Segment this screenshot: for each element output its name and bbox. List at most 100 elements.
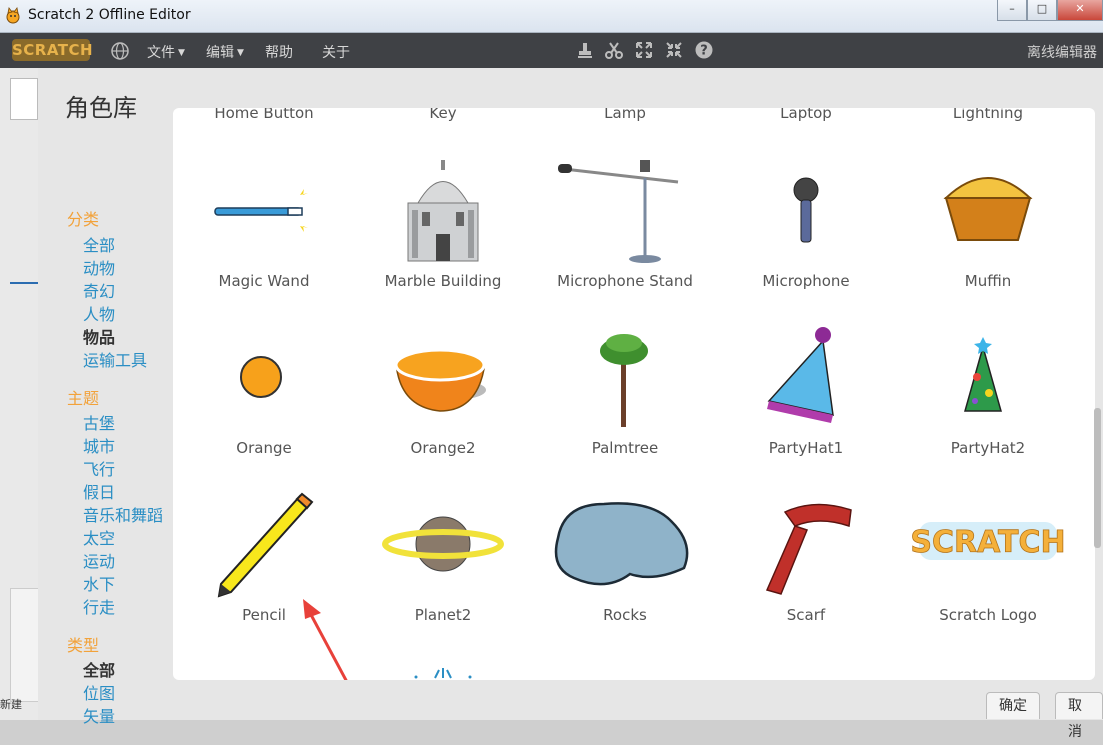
ok-button[interactable]: 确定: [986, 692, 1040, 719]
grow-icon[interactable]: [634, 40, 654, 60]
sprite-rocks[interactable]: Rocks: [534, 482, 716, 644]
theme-holiday[interactable]: 假日: [83, 479, 115, 503]
dialog-title: 角色库: [65, 94, 137, 122]
sprite-muffin[interactable]: Muffin: [897, 148, 1079, 310]
close-button[interactable]: ✕: [1057, 0, 1103, 21]
scratch-logo-icon: SCRATCH: [910, 522, 1066, 560]
section-heading-type: 类型: [67, 636, 100, 655]
sprite-name: Muffin: [964, 272, 1012, 290]
sprite-partyhat1[interactable]: PartyHat1: [715, 315, 897, 477]
sprite-name: Magic Wand: [218, 272, 310, 290]
window-titlebar: Scratch 2 Offline Editor – □ ✕: [0, 0, 1103, 33]
divider: [10, 282, 40, 284]
sprite-microphone[interactable]: Microphone: [715, 148, 897, 310]
section-heading-category: 分类: [67, 210, 100, 229]
menubar: SCRATCH 文件 编辑 帮助 关于 ? 离线编辑器: [0, 33, 1103, 68]
sprite-orange[interactable]: Orange: [173, 315, 355, 477]
sprite-label-partial[interactable]: Lightning: [897, 108, 1079, 122]
theme-underwater[interactable]: 水下: [83, 571, 115, 595]
sprite-label-partial[interactable]: Home Button: [173, 108, 355, 122]
theme-sports[interactable]: 运动: [83, 548, 115, 572]
scissors-icon[interactable]: [604, 40, 624, 60]
scratch-brand-logo[interactable]: SCRATCH: [12, 39, 93, 61]
sprite-name: PartyHat1: [768, 439, 844, 457]
sprite-name: Orange: [236, 439, 292, 457]
svg-text:?: ?: [700, 44, 708, 59]
theme-space[interactable]: 太空: [83, 525, 115, 549]
sprite-name: Rocks: [603, 606, 647, 624]
stage-thumbnail: [10, 78, 38, 120]
sprite-name: Scarf: [786, 606, 826, 624]
party-hat-1-icon: [767, 327, 834, 423]
sprite-microphone-stand[interactable]: Microphone Stand: [534, 148, 716, 310]
palmtree-icon: [600, 334, 648, 427]
sprite-planet2[interactable]: Planet2: [352, 482, 534, 644]
filter-all[interactable]: 全部: [83, 232, 115, 256]
type-vector[interactable]: 矢量: [83, 703, 115, 727]
orange-half-icon: [394, 348, 486, 412]
offline-editor-label: 离线编辑器: [1027, 45, 1097, 61]
sprite-name: Microphone Stand: [557, 272, 693, 290]
type-bitmap[interactable]: 位图: [83, 680, 115, 704]
theme-walking[interactable]: 行走: [83, 594, 115, 618]
sprite-orange2[interactable]: Orange2: [352, 315, 534, 477]
scratch-cat-icon: [6, 7, 20, 24]
theme-flying[interactable]: 飞行: [83, 456, 115, 480]
theme-castle[interactable]: 古堡: [83, 410, 115, 434]
menu-about[interactable]: 关于: [322, 42, 350, 62]
sprite-label-partial[interactable]: Lamp: [534, 108, 716, 122]
shrink-icon[interactable]: [664, 40, 684, 60]
filter-transport[interactable]: 运输工具: [83, 347, 147, 371]
filter-fantasy[interactable]: 奇幻: [83, 278, 115, 302]
sprite-palmtree[interactable]: Palmtree: [534, 315, 716, 477]
menu-edit[interactable]: 编辑: [206, 42, 244, 62]
annotation-arrow: [303, 599, 348, 680]
sprite-magic-wand[interactable]: Magic Wand: [173, 148, 355, 310]
sprite-library-dialog: 角色库 分类 全部 动物 奇幻 人物 物品 运输工具 主题 古堡 城市 飞行 假…: [38, 68, 1103, 740]
rocks-icon: [554, 502, 689, 586]
scrollbar-thumb[interactable]: [1094, 408, 1101, 548]
magic-wand-icon: [214, 189, 308, 232]
globe-icon[interactable]: [110, 41, 130, 61]
window-title: Scratch 2 Offline Editor: [28, 7, 191, 23]
menu-file[interactable]: 文件: [147, 42, 185, 62]
menu-help[interactable]: 帮助: [265, 42, 293, 62]
type-all[interactable]: 全部: [83, 657, 115, 681]
theme-city[interactable]: 城市: [83, 433, 115, 457]
sprite-name: PartyHat2: [950, 439, 1026, 457]
sprite-grid: Home Button Key Lamp Laptop Lightning Ma…: [173, 108, 1095, 680]
new-sprite-label: 新建: [0, 698, 22, 711]
editor-background: 新建: [0, 68, 42, 720]
microphone-stand-icon: [558, 160, 679, 263]
scarf-icon: [765, 503, 852, 595]
stamp-icon[interactable]: [575, 40, 595, 60]
filter-people[interactable]: 人物: [83, 301, 115, 325]
pencil-icon: [217, 492, 314, 598]
planet-icon: [382, 516, 504, 572]
sprite-label-partial[interactable]: Laptop: [715, 108, 897, 122]
maximize-button[interactable]: □: [1027, 0, 1057, 21]
sprite-marble-building[interactable]: Marble Building: [352, 148, 534, 310]
sprite-label-partial[interactable]: Key: [352, 108, 534, 122]
logo-text: SCRATCH: [910, 525, 1065, 560]
party-hat-2-icon: [964, 337, 1002, 412]
sprite-partyhat2[interactable]: PartyHat2: [897, 315, 1079, 477]
loading-spinner-icon: [414, 668, 472, 679]
minimize-button[interactable]: –: [997, 0, 1027, 21]
sprite-name: Scratch Logo: [939, 606, 1037, 624]
sprite-scratch-logo[interactable]: SCRATCH Scratch Logo: [897, 482, 1079, 644]
theme-music-dance[interactable]: 音乐和舞蹈: [83, 502, 163, 526]
help-icon[interactable]: ?: [694, 40, 714, 60]
sprite-scarf[interactable]: Scarf: [715, 482, 897, 644]
sprite-name: Marble Building: [384, 272, 502, 290]
sprite-name: Palmtree: [591, 439, 659, 457]
filter-animals[interactable]: 动物: [83, 255, 115, 279]
filter-things[interactable]: 物品: [83, 324, 115, 348]
marble-building-icon: [407, 160, 479, 262]
microphone-icon: [793, 177, 819, 243]
muffin-icon: [943, 177, 1033, 241]
section-heading-theme: 主题: [67, 389, 100, 408]
orange-icon: [240, 356, 282, 398]
sprite-name: Planet2: [414, 606, 472, 624]
cancel-button[interactable]: 取消: [1055, 692, 1103, 740]
